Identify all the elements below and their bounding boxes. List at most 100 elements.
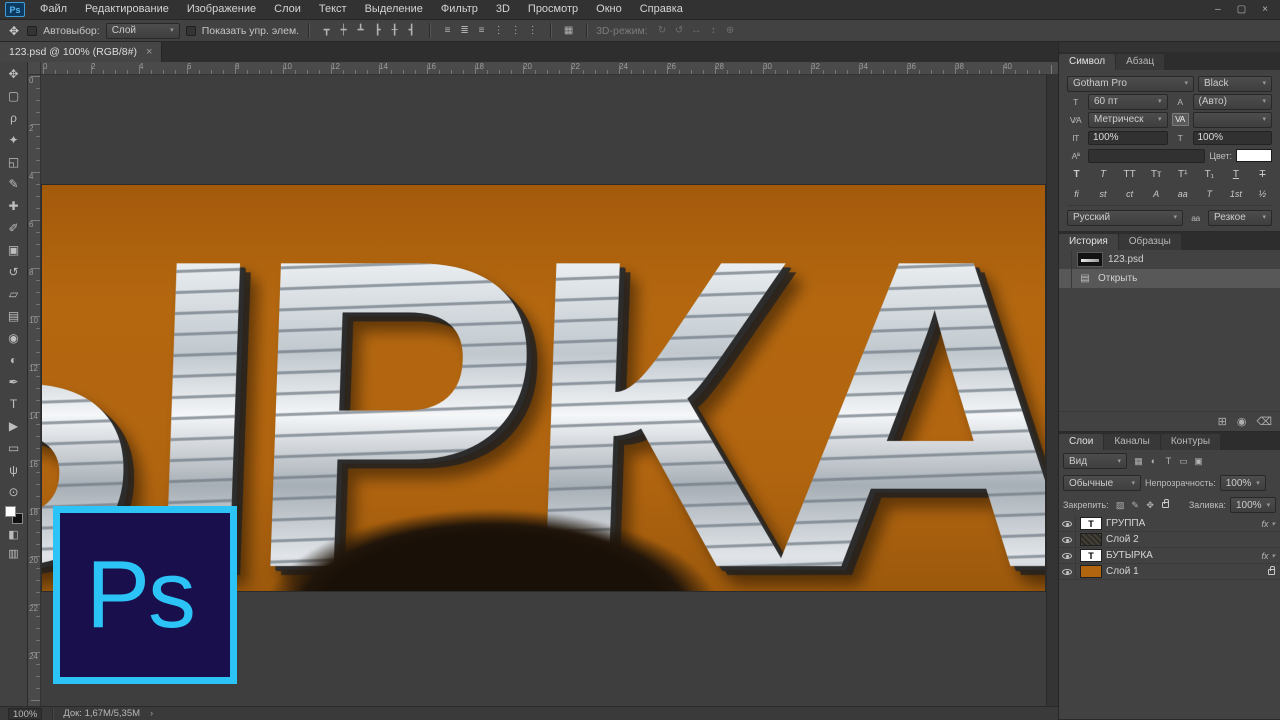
minimize-button[interactable]: – bbox=[1215, 4, 1221, 15]
menu-help[interactable]: Справка bbox=[631, 0, 692, 19]
language-select[interactable]: Русский ▾ bbox=[1067, 210, 1183, 226]
lock-image-pixels-icon[interactable]: ✎ bbox=[1128, 497, 1143, 513]
lasso-tool[interactable]: ρ bbox=[2, 107, 26, 129]
vertical-scale-field[interactable]: 100% bbox=[1088, 131, 1168, 145]
kerning-select[interactable]: Метрическ ▾ bbox=[1088, 112, 1168, 128]
contextual-alternates-button[interactable]: st bbox=[1095, 186, 1112, 201]
new-snapshot-icon[interactable]: ◉ bbox=[1237, 415, 1247, 428]
shape-tool[interactable]: ▭ bbox=[2, 437, 26, 459]
horizontal-scale-field[interactable]: 100% bbox=[1193, 131, 1273, 145]
maximize-button[interactable]: ▢ bbox=[1237, 4, 1246, 15]
filter-type-layers-icon[interactable]: T bbox=[1161, 453, 1176, 469]
history-snapshot-row[interactable]: 123.psd bbox=[1059, 250, 1280, 269]
align-left-edges-icon[interactable]: ┣ bbox=[369, 23, 386, 39]
layer-row[interactable]: Слой 2 bbox=[1059, 532, 1280, 548]
show-transform-controls-checkbox[interactable] bbox=[186, 26, 196, 36]
distribute-bottom-edges-icon[interactable]: ≡ bbox=[473, 23, 490, 39]
rectangular-marquee-tool[interactable]: ▢ bbox=[2, 85, 26, 107]
effects-expand-icon[interactable]: ▾ bbox=[1271, 520, 1275, 528]
font-size-select[interactable]: 60 пт ▾ bbox=[1088, 94, 1168, 110]
menu-file[interactable]: Файл bbox=[31, 0, 76, 19]
titling-alternates-button[interactable]: T bbox=[1201, 186, 1218, 201]
layer-visibility-toggle[interactable] bbox=[1059, 532, 1076, 547]
hand-tool[interactable]: ψ bbox=[2, 459, 26, 481]
all-caps-button[interactable]: TT bbox=[1121, 167, 1138, 182]
eyedropper-tool[interactable]: ✎ bbox=[2, 173, 26, 195]
layer-visibility-toggle[interactable] bbox=[1059, 564, 1076, 579]
auto-align-layers-icon[interactable]: ▦ bbox=[560, 23, 577, 39]
anti-alias-select[interactable]: Резкое ▾ bbox=[1208, 210, 1272, 226]
align-bottom-edges-icon[interactable]: ┻ bbox=[352, 23, 369, 39]
distribute-right-edges-icon[interactable]: ⋮ bbox=[524, 23, 541, 39]
subscript-button[interactable]: T₁ bbox=[1201, 167, 1218, 182]
menu-filter[interactable]: Фильтр bbox=[432, 0, 487, 19]
horizontal-ruler[interactable]: 0246810121416182022242628303234363840 bbox=[41, 62, 1058, 75]
faux-italic-button[interactable]: T bbox=[1095, 167, 1112, 182]
layer-visibility-toggle[interactable] bbox=[1059, 548, 1076, 563]
autoselect-target-select[interactable]: Слой ▾ bbox=[106, 23, 180, 39]
tab-layers[interactable]: Слои bbox=[1059, 434, 1103, 450]
filter-pixel-layers-icon[interactable]: ▦ bbox=[1131, 453, 1146, 469]
history-state-row[interactable]: ▤ Открыть bbox=[1059, 269, 1280, 288]
history-brush-tool[interactable]: ↺ bbox=[2, 261, 26, 283]
dodge-tool[interactable]: ◐ bbox=[2, 349, 26, 371]
vertical-scrollbar[interactable] bbox=[1046, 75, 1058, 706]
distribute-left-edges-icon[interactable]: ⋮ bbox=[490, 23, 507, 39]
zoom-tool[interactable]: ⊙ bbox=[2, 481, 26, 503]
tab-channels[interactable]: Каналы bbox=[1104, 434, 1160, 450]
text-color-swatch[interactable] bbox=[1236, 149, 1272, 162]
menu-3d[interactable]: 3D bbox=[487, 0, 519, 19]
pen-tool[interactable]: ✒ bbox=[2, 371, 26, 393]
quick-selection-tool[interactable]: ✦ bbox=[2, 129, 26, 151]
foreground-color-swatch[interactable] bbox=[5, 506, 16, 517]
tab-character[interactable]: Символ bbox=[1059, 54, 1115, 70]
menu-window[interactable]: Окно bbox=[587, 0, 631, 19]
tab-history[interactable]: История bbox=[1059, 234, 1118, 250]
strikethrough-button[interactable]: T bbox=[1254, 167, 1271, 182]
layer-row[interactable]: T БУТЫРКА fx ▾ bbox=[1059, 548, 1280, 564]
layer-visibility-toggle[interactable] bbox=[1059, 516, 1076, 531]
superscript-button[interactable]: T¹ bbox=[1174, 167, 1191, 182]
fractions-button[interactable]: ½ bbox=[1254, 186, 1271, 201]
small-caps-button[interactable]: Tт bbox=[1148, 167, 1165, 182]
leading-select[interactable]: (Авто) ▾ bbox=[1193, 94, 1273, 110]
tracking-select[interactable]: ▾ bbox=[1193, 112, 1273, 128]
brush-tool[interactable]: ✐ bbox=[2, 217, 26, 239]
align-right-edges-icon[interactable]: ┫ bbox=[403, 23, 420, 39]
document-tab[interactable]: 123.psd @ 100% (RGB/8#) × bbox=[0, 42, 162, 62]
align-vertical-centers-icon[interactable]: ┿ bbox=[335, 23, 352, 39]
swash-button[interactable]: A bbox=[1148, 186, 1165, 201]
layer-effects-badge[interactable]: fx bbox=[1261, 519, 1268, 529]
layer-row[interactable]: T ГРУППА fx ▾ bbox=[1059, 516, 1280, 532]
lock-transparent-pixels-icon[interactable]: ▨ bbox=[1113, 497, 1128, 513]
underline-button[interactable]: T bbox=[1227, 167, 1244, 182]
tab-swatches[interactable]: Образцы bbox=[1119, 234, 1181, 250]
fill-select[interactable]: 100% ▾ bbox=[1230, 497, 1276, 513]
history-brush-source-cell[interactable] bbox=[1059, 269, 1072, 288]
vertical-ruler[interactable]: 024681012141618202224 bbox=[28, 75, 41, 706]
clone-stamp-tool[interactable]: ▣ bbox=[2, 239, 26, 261]
tab-paths[interactable]: Контуры bbox=[1161, 434, 1220, 450]
ligatures-button[interactable]: fi bbox=[1068, 186, 1085, 201]
history-brush-source-cell[interactable] bbox=[1059, 250, 1072, 269]
opacity-select[interactable]: 100% ▾ bbox=[1220, 475, 1266, 491]
distribute-top-edges-icon[interactable]: ≡ bbox=[439, 23, 456, 39]
path-selection-tool[interactable]: ▶ bbox=[2, 415, 26, 437]
delete-state-icon[interactable]: ⌫ bbox=[1256, 415, 1272, 428]
close-button[interactable]: × bbox=[1262, 4, 1268, 15]
discretionary-ligatures-button[interactable]: ct bbox=[1121, 186, 1138, 201]
font-family-select[interactable]: Gotham Pro ▾ bbox=[1067, 76, 1194, 92]
autoselect-checkbox[interactable] bbox=[27, 26, 37, 36]
stylistic-alternates-button[interactable]: aa bbox=[1174, 186, 1191, 201]
eraser-tool[interactable]: ▱ bbox=[2, 283, 26, 305]
menu-view[interactable]: Просмотр bbox=[519, 0, 587, 19]
menu-image[interactable]: Изображение bbox=[178, 0, 265, 19]
lock-position-icon[interactable]: ✥ bbox=[1143, 497, 1158, 513]
type-tool[interactable]: T bbox=[2, 393, 26, 415]
crop-tool[interactable]: ◱ bbox=[2, 151, 26, 173]
quick-mask-button[interactable]: ◧ bbox=[8, 528, 18, 541]
menu-edit[interactable]: Редактирование bbox=[76, 0, 178, 19]
font-style-select[interactable]: Black ▾ bbox=[1198, 76, 1272, 92]
layer-effects-badge[interactable]: fx bbox=[1261, 551, 1268, 561]
layer-row[interactable]: Слой 1 bbox=[1059, 564, 1280, 580]
